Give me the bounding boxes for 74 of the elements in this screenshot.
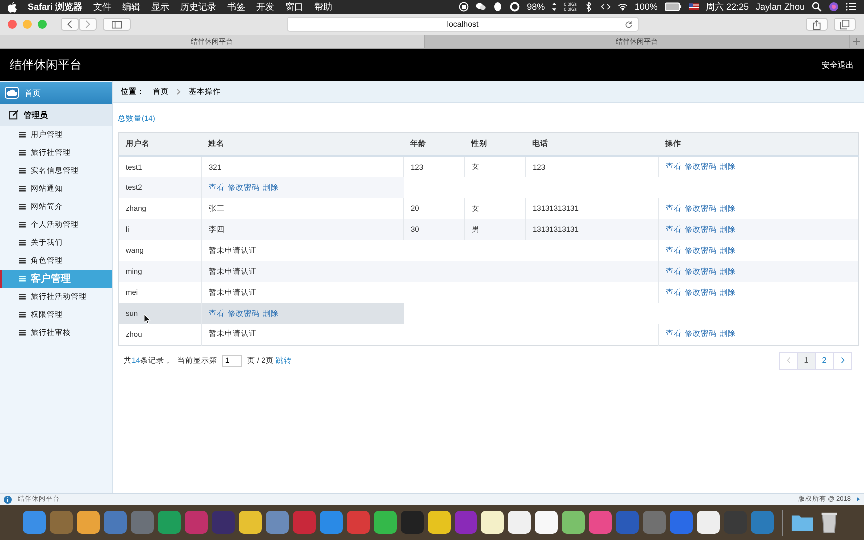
triangle-icon [857, 497, 860, 502]
sidebar-item[interactable]: 客户管理 [0, 270, 112, 288]
list-icon [19, 168, 26, 174]
logout-link[interactable]: 安全退出 [822, 60, 854, 70]
clock[interactable]: 周六 22:25 [706, 0, 749, 14]
tabs-icon [840, 20, 850, 30]
home-nav-item[interactable]: 首页 [0, 82, 112, 104]
ring-icon[interactable] [510, 2, 520, 12]
list-icon [19, 330, 26, 336]
app-icon[interactable] [238, 511, 262, 534]
sidebar-section-header[interactable]: 管理员 [0, 104, 112, 126]
list-icon [19, 204, 26, 210]
list-icon[interactable] [846, 2, 856, 12]
page-button[interactable]: 2 [815, 352, 834, 370]
cloud-icon [5, 87, 19, 99]
edit-icon [9, 110, 19, 120]
app-icon[interactable] [508, 511, 532, 534]
menu-item[interactable]: 帮助 [314, 0, 333, 14]
wifi-icon[interactable] [618, 2, 628, 12]
chevron-left-icon [786, 357, 790, 364]
menu-item[interactable]: 编辑 [122, 0, 141, 14]
app-icon[interactable] [697, 511, 720, 534]
app-icon[interactable] [562, 511, 586, 534]
info-icon [4, 496, 12, 504]
app-icon[interactable] [428, 511, 450, 534]
sidebar-button[interactable] [103, 18, 131, 31]
siri-icon[interactable] [829, 2, 839, 12]
menu-item[interactable]: 开发 [256, 0, 275, 14]
back-icon [67, 20, 73, 29]
app-icon[interactable] [76, 511, 100, 534]
battery-percent: 100% [634, 2, 658, 12]
close-icon[interactable] [8, 20, 17, 29]
back-button[interactable] [61, 18, 79, 31]
cpu-reading: 98% [527, 2, 546, 12]
app-icon[interactable] [535, 511, 558, 534]
list-icon [19, 150, 26, 156]
sidebar-icon [112, 20, 122, 30]
code-brackets-icon[interactable] [600, 2, 611, 12]
chevron-icon [177, 88, 181, 94]
chevron-right-icon [840, 357, 844, 364]
list-icon [19, 294, 26, 300]
list-icon [19, 186, 26, 192]
address-field[interactable]: localhost [287, 17, 639, 32]
app-menu[interactable]: Safari 浏览器 [28, 0, 83, 14]
menu-item[interactable]: 文件 [94, 0, 112, 14]
share-button[interactable] [806, 18, 828, 31]
list-icon [19, 258, 26, 264]
tabs-button[interactable] [834, 18, 856, 31]
menu-item[interactable]: 历史记录 [180, 0, 217, 14]
menu-item[interactable]: 书签 [228, 0, 246, 14]
share-icon [812, 20, 822, 30]
list-icon [19, 312, 26, 318]
bluetooth-icon[interactable] [584, 2, 594, 12]
app-icon[interactable] [481, 511, 504, 534]
search-icon[interactable] [812, 2, 822, 12]
chat-icon[interactable] [476, 2, 486, 12]
list-icon [19, 240, 26, 246]
reload-icon[interactable] [625, 20, 633, 28]
user-name[interactable]: Jaylan Zhou [756, 2, 805, 12]
forward-icon [85, 20, 91, 29]
mouse-pointer-icon [144, 314, 151, 325]
list-icon [19, 276, 26, 282]
list-icon [19, 222, 26, 228]
page-button[interactable]: 1 [797, 352, 816, 370]
list-icon [19, 132, 26, 138]
flag-icon[interactable] [688, 2, 699, 12]
up-down-arrows-icon [552, 2, 558, 12]
battery-icon[interactable] [664, 2, 682, 12]
apple-icon[interactable] [8, 2, 17, 12]
menu-item[interactable]: 显示 [152, 0, 170, 14]
record-icon[interactable] [459, 2, 470, 12]
menu-item[interactable]: 窗口 [286, 0, 304, 14]
app-icon[interactable] [374, 511, 397, 534]
site-title: 结伴休闲平台 [10, 56, 82, 74]
